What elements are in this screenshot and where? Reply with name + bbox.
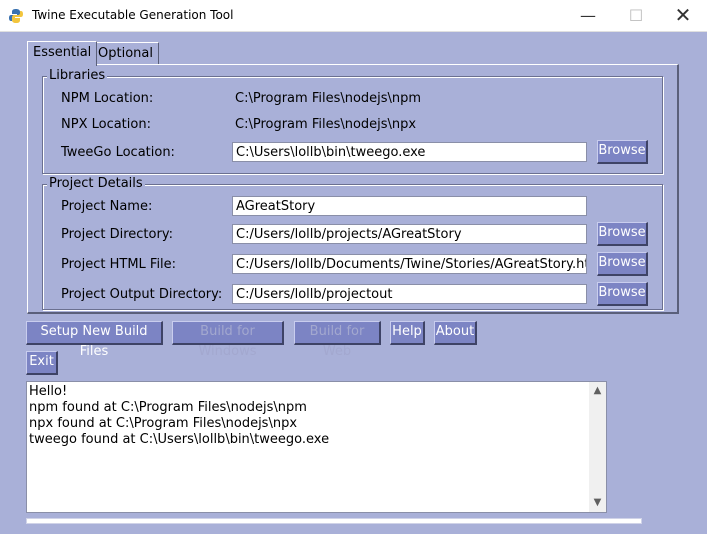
log-line: tweego found at C:\Users\lollb\bin\tweeg… (29, 432, 330, 447)
window-title: Twine Executable Generation Tool (32, 8, 234, 22)
project-html-file-field[interactable]: C:/Users/lollb/Documents/Twine/Stories/A… (232, 254, 587, 274)
npm-location-label: NPM Location: (61, 91, 154, 106)
log-line: Hello! (29, 384, 68, 399)
tweego-browse-button[interactable]: Browse (597, 140, 648, 164)
project-directory-label: Project Directory: (61, 227, 173, 242)
log-output[interactable]: Hello! npm found at C:\Program Files\nod… (26, 381, 607, 513)
project-html-file-value: C:/Users/lollb/Documents/Twine/Stories/A… (236, 257, 587, 272)
tab-essential[interactable]: Essential (27, 41, 98, 66)
scroll-up-arrow-icon[interactable]: ▲ (589, 384, 606, 398)
project-output-directory-browse-button[interactable]: Browse (597, 282, 648, 306)
npm-location-value: C:\Program Files\nodejs\npm (235, 91, 422, 106)
build-for-web-button[interactable]: Build for Web (294, 321, 381, 359)
libraries-legend: Libraries (47, 68, 108, 83)
project-directory-browse-button[interactable]: Browse (597, 222, 648, 246)
python-feather-icon (9, 9, 23, 23)
log-scrollbar[interactable]: ▲ ▼ (589, 382, 606, 512)
scroll-down-arrow-icon[interactable]: ▼ (589, 496, 606, 510)
close-button[interactable]: ✕ (660, 0, 706, 31)
progress-bar (26, 518, 642, 524)
build-for-windows-button[interactable]: Build for Windows (172, 321, 284, 359)
log-line: npx found at C:\Program Files\nodejs\npx (29, 416, 298, 431)
tweego-location-field[interactable]: C:\Users\lollb\bin\tweego.exe (232, 142, 587, 162)
npx-location-label: NPX Location: (61, 117, 151, 132)
project-html-file-browse-button[interactable]: Browse (597, 252, 648, 276)
setup-new-build-files-button[interactable]: Setup New Build Files (26, 321, 163, 359)
project-html-file-label: Project HTML File: (61, 257, 177, 272)
project-name-field[interactable]: AGreatStory (232, 196, 587, 216)
help-button[interactable]: Help (390, 321, 425, 345)
title-bar: Twine Executable Generation Tool — ☐ ✕ (0, 0, 707, 32)
log-line: npm found at C:\Program Files\nodejs\npm (29, 400, 307, 415)
tweego-location-label: TweeGo Location: (61, 145, 175, 160)
maximize-button[interactable]: ☐ (613, 0, 659, 31)
exit-button[interactable]: Exit (26, 351, 58, 375)
minimize-button[interactable]: — (565, 0, 611, 31)
project-output-directory-field[interactable]: C:/Users/lollb/projectout (232, 284, 587, 304)
npx-location-value: C:\Program Files\nodejs\npx (235, 117, 417, 132)
tab-optional[interactable]: Optional (92, 42, 159, 65)
about-button[interactable]: About (434, 321, 477, 345)
project-output-directory-label: Project Output Directory: (61, 287, 223, 302)
project-directory-field[interactable]: C:/Users/lollb/projects/AGreatStory (232, 224, 587, 244)
project-name-label: Project Name: (61, 199, 153, 214)
project-details-legend: Project Details (47, 176, 145, 191)
